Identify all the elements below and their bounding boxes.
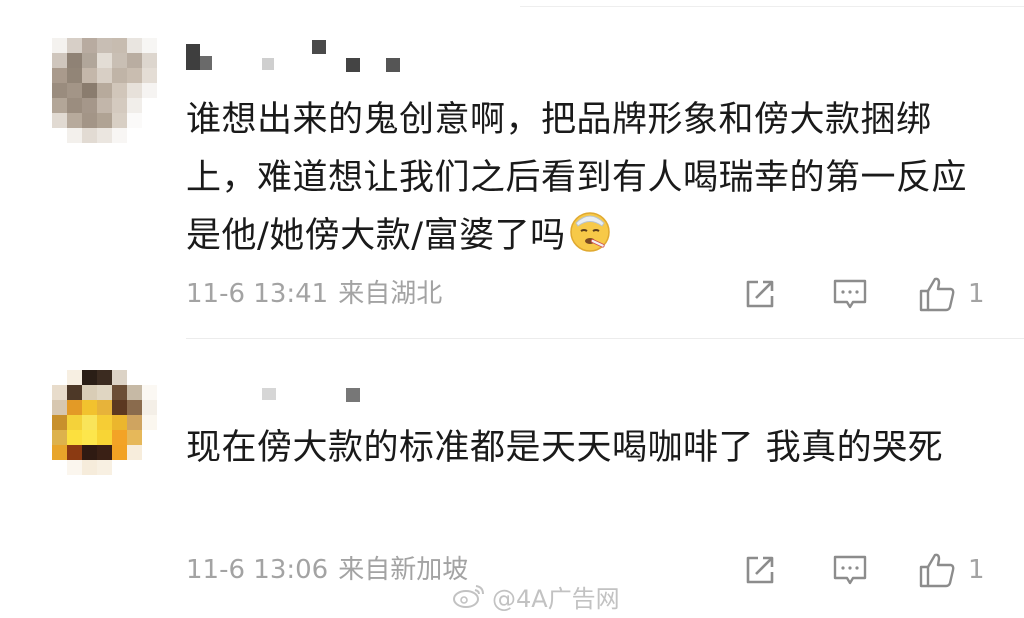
share-button[interactable] [742, 552, 778, 588]
share-icon [746, 280, 774, 308]
username-redacted[interactable] [186, 384, 386, 418]
reply-button[interactable] [832, 552, 868, 588]
comment-item: 现在傍大款的标准都是天天喝咖啡了 我真的哭死 11-6 13:06 来自新加坡 [0, 340, 1024, 618]
avatar[interactable] [52, 38, 157, 143]
comment-location: 来自新加坡 [338, 555, 469, 585]
like-button[interactable]: 1 [918, 276, 985, 312]
comment-meta-text: 11-6 13:06 来自新加坡 [186, 552, 468, 588]
weibo-logo-icon [453, 585, 484, 608]
comment-text: 谁想出来的鬼创意啊，把品牌形象和傍大款捆绑上，难道想让我们之后看到有人喝瑞幸的第… [186, 100, 968, 256]
watermark-text: @4A广告网 [492, 584, 620, 613]
thumbs-up-icon [919, 277, 955, 312]
comment-text: 现在傍大款的标准都是天天喝咖啡了 我真的哭死 [186, 428, 944, 468]
comment-item: 谁想出来的鬼创意啊，把品牌形象和傍大款捆绑上，难道想让我们之后看到有人喝瑞幸的第… [0, 0, 1024, 340]
reply-button[interactable] [832, 276, 868, 312]
comment-date: 11-6 13:41 [186, 279, 329, 309]
like-count: 1 [968, 555, 985, 585]
comment-meta: 11-6 13:41 来自湖北 1 [186, 276, 1006, 312]
comment-divider [186, 338, 1024, 339]
like-button[interactable]: 1 [918, 552, 985, 588]
comment-icon [833, 279, 867, 309]
comment-icon [833, 555, 867, 585]
comment-location: 来自湖北 [338, 279, 443, 309]
watermark: @4A广告网 [452, 578, 620, 614]
share-button[interactable] [742, 276, 778, 312]
avatar[interactable] [52, 370, 157, 475]
username-redacted[interactable] [186, 38, 406, 72]
thumbs-up-icon [919, 553, 955, 588]
comment-meta-text: 11-6 13:41 来自湖北 [186, 276, 442, 312]
share-icon [746, 556, 774, 584]
comment-date: 11-6 13:06 [186, 555, 329, 585]
sick-face-emoji [569, 212, 610, 252]
like-count: 1 [968, 279, 985, 309]
